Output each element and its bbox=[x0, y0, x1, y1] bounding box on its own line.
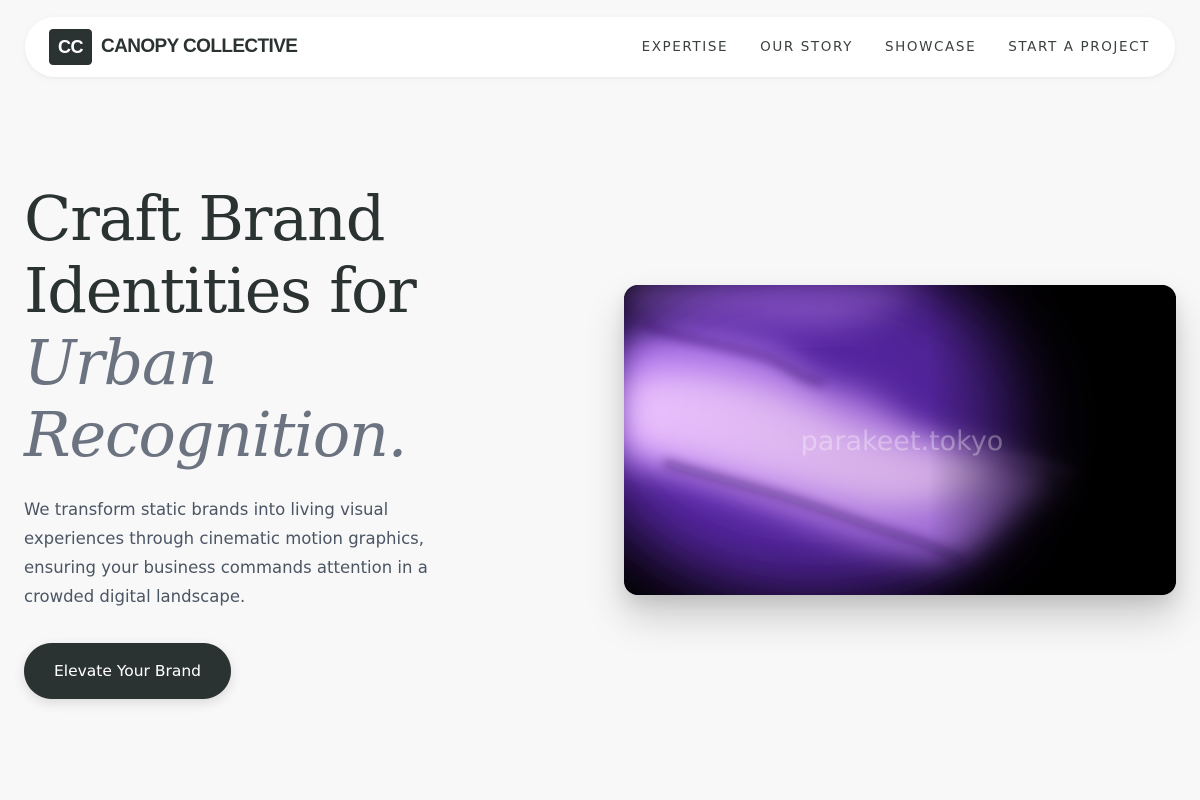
navbar: CC CANOPY COLLECTIVE EXPERTISE OUR STORY… bbox=[25, 17, 1175, 77]
watermark-text: parakeet.tokyo bbox=[800, 426, 1004, 457]
brand-name: CANOPY COLLECTIVE bbox=[101, 36, 298, 57]
nav-links: EXPERTISE OUR STORY SHOWCASE START A PRO… bbox=[610, 17, 1150, 77]
brand-logo-link[interactable]: CC CANOPY COLLECTIVE bbox=[49, 29, 298, 65]
nav-link-showcase[interactable]: SHOWCASE bbox=[885, 39, 976, 55]
logo-mark: CC bbox=[49, 29, 92, 65]
nav-link-start-a-project[interactable]: START A PROJECT bbox=[1008, 39, 1150, 55]
hero-title-accent-line-2: Recognition. bbox=[24, 398, 407, 471]
hero-video[interactable]: parakeet.tokyo bbox=[624, 285, 1176, 595]
hero-title: Craft Brand Identities for Urban Recogni… bbox=[24, 183, 584, 471]
hero-title-line-2: Identities for bbox=[24, 254, 417, 327]
nav-link-expertise[interactable]: EXPERTISE bbox=[642, 39, 729, 55]
hero-description: We transform static brands into living v… bbox=[24, 500, 428, 606]
hero-title-accent-line-1: Urban bbox=[24, 326, 218, 399]
elevate-brand-button[interactable]: Elevate Your Brand bbox=[24, 643, 231, 699]
hero-title-line-1: Craft Brand bbox=[24, 182, 385, 255]
nav-link-our-story[interactable]: OUR STORY bbox=[760, 39, 853, 55]
